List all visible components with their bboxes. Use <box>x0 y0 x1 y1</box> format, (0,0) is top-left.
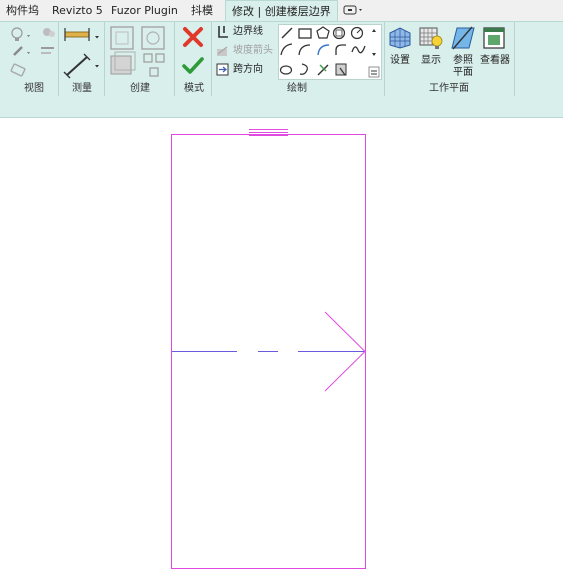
tab-goujianwu[interactable]: 构件坞 <box>6 0 39 21</box>
tab-fuzor-plugin[interactable]: Fuzor Plugin <box>111 0 178 21</box>
draw-shape-gallery[interactable] <box>278 24 382 80</box>
sketch-area[interactable] <box>0 118 563 578</box>
create-tools-icon[interactable] <box>108 24 172 82</box>
ribbon-options-dropdown[interactable] <box>343 4 365 17</box>
boundary-line-button[interactable]: 边界线 <box>233 26 263 38</box>
measure-tools-icon[interactable] <box>62 25 104 81</box>
show-work-plane-button[interactable]: 显示 <box>417 55 445 67</box>
slope-arrow-button[interactable]: 坡度箭头 <box>233 45 273 57</box>
span-direction-icon <box>216 63 229 76</box>
panel-label-measure: 测量 <box>72 83 92 94</box>
tab-revizto[interactable]: Revizto 5 <box>52 0 103 21</box>
panel-label-draw: 绘制 <box>287 83 307 94</box>
panel-label-create: 创建 <box>130 83 150 94</box>
set-work-plane-icon <box>389 27 411 49</box>
panel-divider <box>104 22 105 96</box>
slope-arrow-icon <box>217 46 228 56</box>
panel-divider <box>384 22 385 96</box>
reference-plane-button-line2[interactable]: 平面 <box>449 67 477 79</box>
span-direction-symbol[interactable] <box>172 311 366 392</box>
work-plane-viewer-button[interactable]: 查看器 <box>479 55 511 67</box>
work-plane-viewer-icon <box>483 27 505 49</box>
panel-divider <box>211 22 212 96</box>
panel-label-mode: 模式 <box>184 83 204 94</box>
tab-modify-create-floor-boundary[interactable]: 修改 | 创建楼层边界 <box>225 0 338 22</box>
cancel-edit-mode-button[interactable] <box>182 26 204 48</box>
show-work-plane-icon <box>419 27 443 49</box>
drawing-canvas[interactable] <box>0 118 563 578</box>
span-direction-button[interactable]: 跨方向 <box>233 64 263 76</box>
ribbon-tab-bar: 构件坞 Revizto 5 Fuzor Plugin 抖模 修改 | 创建楼层边… <box>0 0 563 22</box>
view-tools-icon[interactable] <box>10 25 60 81</box>
set-work-plane-button[interactable]: 设置 <box>386 55 414 67</box>
panel-divider <box>174 22 175 96</box>
ribbon-bottom-strip <box>0 97 563 118</box>
finish-edit-mode-button[interactable] <box>182 56 204 76</box>
panel-divider <box>58 22 59 96</box>
panel-divider <box>514 22 515 96</box>
boundary-line-icon <box>218 26 228 38</box>
panel-label-work-plane: 工作平面 <box>429 83 469 94</box>
pick-walls-tool-icon <box>335 63 347 76</box>
reference-plane-button-line1[interactable]: 参照 <box>449 55 477 67</box>
reference-plane-icon <box>451 26 475 50</box>
panel-label-view: 视图 <box>24 83 44 94</box>
tab-doumo[interactable]: 抖模 <box>191 0 213 21</box>
dropdown-options-icon <box>343 5 362 15</box>
